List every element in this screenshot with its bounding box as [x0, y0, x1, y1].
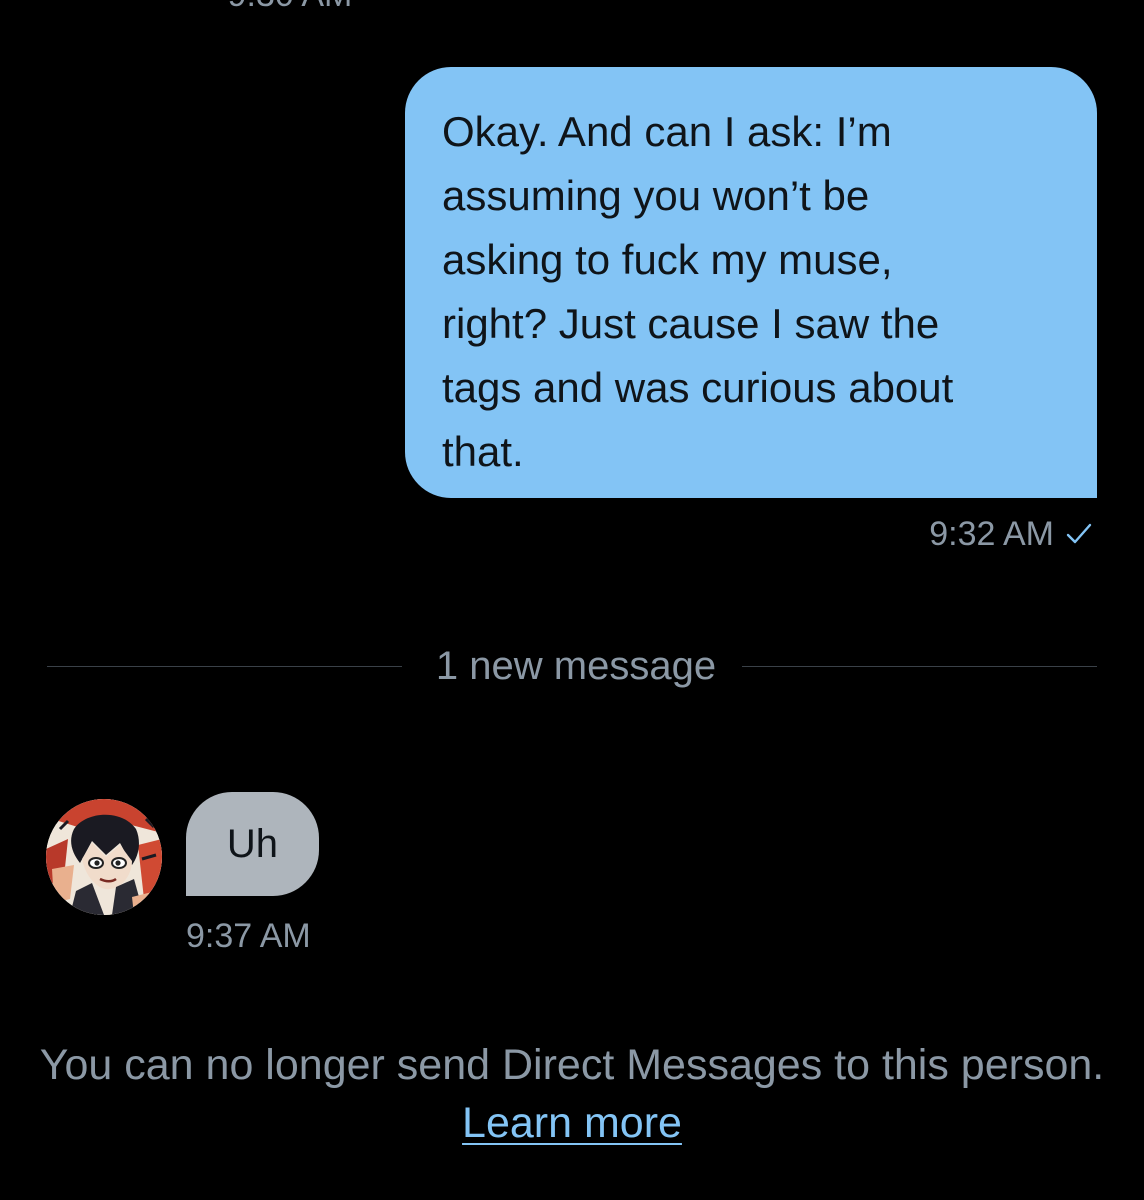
- sent-message-timestamp: 9:32 AM: [929, 514, 1054, 553]
- dm-restriction-notice: You can no longer send Direct Messages t…: [30, 1036, 1114, 1152]
- avatar[interactable]: [46, 799, 162, 915]
- notice-text: You can no longer send Direct Messages t…: [39, 1041, 1105, 1089]
- sent-message-line: tags and was curious about: [442, 364, 954, 411]
- sent-message-line: asking to fuck my muse,: [442, 236, 893, 283]
- sent-message-line: that.: [442, 428, 524, 475]
- sent-message-line: assuming you won’t be: [442, 172, 870, 219]
- sent-message-meta: 9:32 AM: [929, 512, 1094, 556]
- divider-line-right: [742, 665, 1097, 667]
- received-message-timestamp: 9:37 AM: [186, 917, 311, 955]
- sent-message-line: Okay. And can I ask: I’m: [442, 108, 892, 155]
- new-message-divider: 1 new message: [47, 638, 1097, 694]
- received-message-bubble[interactable]: Uh: [186, 792, 319, 896]
- learn-more-link[interactable]: Learn more: [462, 1099, 682, 1147]
- sent-message-bubble[interactable]: Okay. And can I ask: I’m assuming you wo…: [405, 67, 1097, 498]
- new-message-label: 1 new message: [435, 643, 717, 688]
- sent-message-line: right? Just cause I saw the: [442, 300, 940, 347]
- check-icon: [1064, 519, 1094, 549]
- received-message-text: Uh: [226, 821, 279, 866]
- divider-line-left: [47, 665, 402, 667]
- avatar-image: [46, 799, 162, 915]
- previous-message-timestamp: 9:30 AM: [200, 0, 380, 12]
